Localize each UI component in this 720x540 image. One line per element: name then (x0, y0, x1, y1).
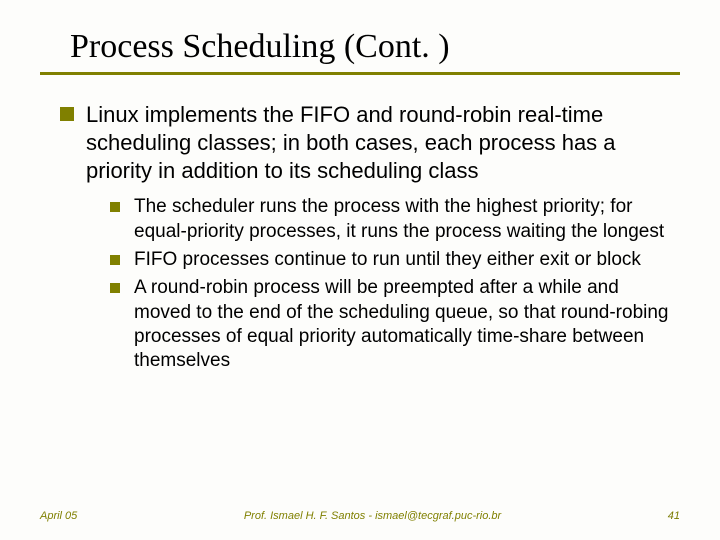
title-underline (40, 72, 680, 75)
bullet-level2: The scheduler runs the process with the … (110, 195, 670, 244)
footer-page-number: 41 (668, 510, 680, 522)
footer-author: Prof. Ismael H. F. Santos - ismael@tecgr… (77, 510, 667, 522)
content-area: Linux implements the FIFO and round-robi… (40, 101, 680, 374)
square-bullet-icon (60, 107, 74, 121)
sub-bullet-list: The scheduler runs the process with the … (110, 195, 670, 373)
footer-date: April 05 (40, 510, 77, 522)
square-bullet-icon (110, 202, 120, 212)
bullet-level2: FIFO processes continue to run until the… (110, 248, 670, 272)
square-bullet-icon (110, 255, 120, 265)
bullet-text: FIFO processes continue to run until the… (134, 248, 641, 272)
footer: April 05 Prof. Ismael H. F. Santos - ism… (0, 510, 720, 522)
bullet-text: The scheduler runs the process with the … (134, 195, 670, 244)
square-bullet-icon (110, 283, 120, 293)
bullet-level2: A round-robin process will be preempted … (110, 276, 670, 373)
bullet-text: A round-robin process will be preempted … (134, 276, 670, 373)
bullet-text: Linux implements the FIFO and round-robi… (86, 101, 670, 185)
slide-title: Process Scheduling (Cont. ) (70, 28, 680, 66)
bullet-level1: Linux implements the FIFO and round-robi… (60, 101, 670, 185)
